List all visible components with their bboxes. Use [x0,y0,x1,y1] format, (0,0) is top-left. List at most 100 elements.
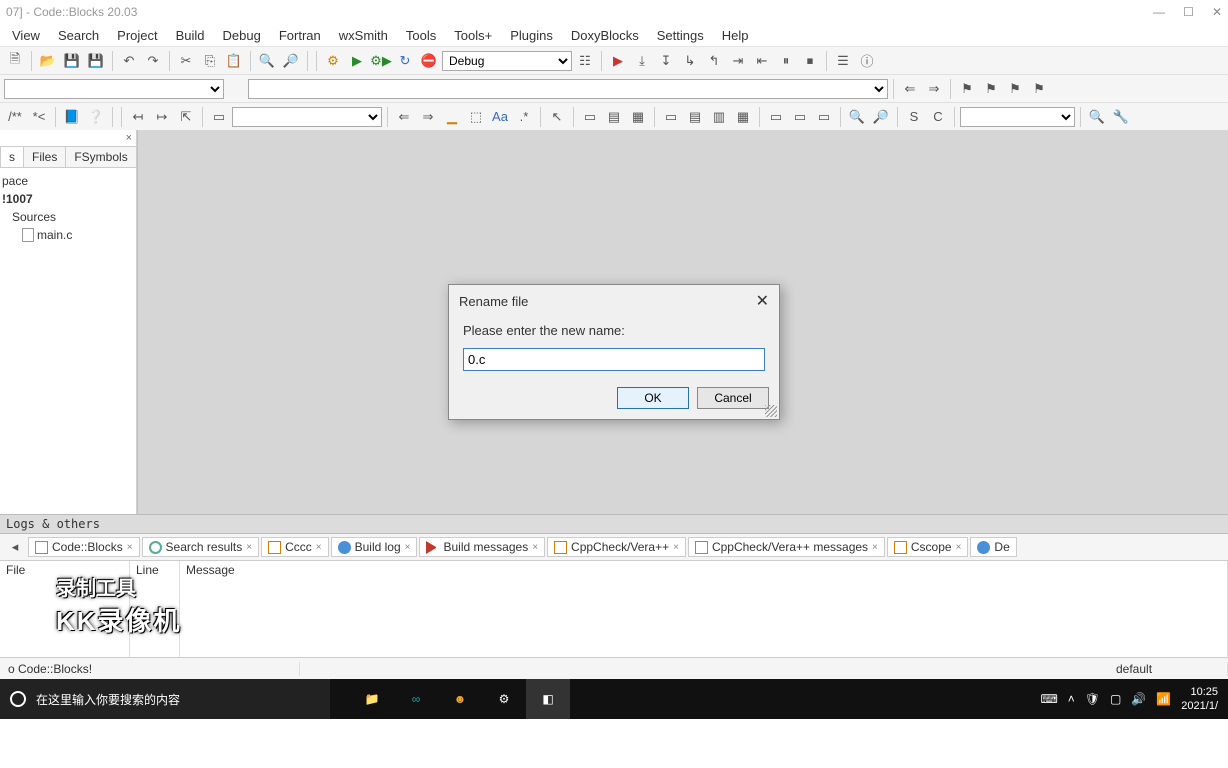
tray-battery-icon[interactable]: ▢ [1110,692,1121,706]
menu-plugins[interactable]: Plugins [502,26,561,45]
next-line-icon[interactable]: ↧ [655,50,677,72]
menu-search[interactable]: Search [50,26,107,45]
log-tab-cppcheck[interactable]: CppCheck/Vera++× [547,537,686,557]
replace-icon[interactable]: 🔎 [280,50,302,72]
tray-wifi-icon[interactable]: 📶 [1156,692,1171,706]
rename-input[interactable] [463,348,765,371]
menu-project[interactable]: Project [109,26,165,45]
tab-close-icon[interactable]: × [246,542,252,553]
log-tab-buildlog[interactable]: Build log× [331,537,418,557]
jump-back-icon[interactable]: ↤ [127,106,149,128]
build-run-icon[interactable]: ⚙▶ [370,50,392,72]
tray-volume-icon[interactable]: 🔊 [1131,692,1146,706]
log-tab-cscope[interactable]: Cscope× [887,537,969,557]
wrench-icon[interactable]: 🔧 [1110,106,1132,128]
tab-close-icon[interactable]: × [673,542,679,553]
save-all-icon[interactable]: 💾 [85,50,107,72]
tab-close-icon[interactable]: × [127,542,133,553]
log-tab-buildmsg[interactable]: Build messages× [419,537,545,557]
doc-icon[interactable]: 📘 [61,106,83,128]
tree-file[interactable]: main.c [2,226,134,244]
tray-keyboard-icon[interactable]: ⌨ [1040,692,1057,706]
pointer-icon[interactable]: ↖ [546,106,568,128]
taskbar-clock[interactable]: 10:25 2021/1/ [1181,685,1218,713]
menu-build[interactable]: Build [168,26,213,45]
next-instr-icon[interactable]: ⇥ [727,50,749,72]
log-tab-de[interactable]: De [970,537,1016,557]
step-out-icon[interactable]: ↰ [703,50,725,72]
menu-wxsmith[interactable]: wxSmith [331,26,396,45]
tree-folder[interactable]: Sources [2,208,134,226]
stop-debug-icon[interactable]: ⏹ [799,50,821,72]
nav-fwd-icon[interactable]: ⇒ [923,78,945,100]
tab1-icon[interactable]: ▭ [765,106,787,128]
last-jump-icon[interactable]: ⇱ [175,106,197,128]
uncomment-icon[interactable]: *< [28,106,50,128]
prev-icon[interactable]: ⇐ [393,106,415,128]
settings-icon[interactable]: ⚙ [482,679,526,719]
c-icon[interactable]: C [927,106,949,128]
box-icon[interactable]: ▭ [579,106,601,128]
tab-close-icon[interactable]: × [316,542,322,553]
close-icon[interactable]: ✕ [1212,5,1222,19]
help-icon[interactable]: ❔ [85,106,107,128]
arduino-icon[interactable]: ∞ [394,679,438,719]
panel-close-icon[interactable]: × [126,132,132,144]
rebuild-icon[interactable]: ↻ [394,50,416,72]
debug-windows-icon[interactable]: ☰ [832,50,854,72]
tab-close-icon[interactable]: × [532,542,538,553]
taskbar-search[interactable]: 在这里输入你要搜索的内容 [0,679,330,719]
tree-project[interactable]: !1007 [2,190,134,208]
layout2-icon[interactable]: ▤ [684,106,706,128]
cancel-button[interactable]: Cancel [697,387,769,409]
tab3-icon[interactable]: ▭ [813,106,835,128]
panel-icon[interactable]: ▤ [603,106,625,128]
ok-button[interactable]: OK [617,387,689,409]
jump-fwd-icon[interactable]: ↦ [151,106,173,128]
cut-icon[interactable]: ✂ [175,50,197,72]
new-file-icon[interactable]: 🗎 [4,50,26,72]
codeblocks-icon[interactable]: ◧ [526,679,570,719]
menu-tools[interactable]: Tools [398,26,444,45]
jumps-combo[interactable] [232,107,382,127]
redo-icon[interactable]: ↷ [142,50,164,72]
comment-icon[interactable]: /** [4,106,26,128]
undo-icon[interactable]: ↶ [118,50,140,72]
logs-prev-icon[interactable]: ◂ [4,536,26,558]
build-target-combo[interactable]: Debug [442,51,572,71]
tray-shield-icon[interactable]: 🛡 [1085,692,1100,706]
bookmark-prev-icon[interactable]: ⚑ [980,78,1002,100]
abort-icon[interactable]: ⛔ [418,50,440,72]
target-settings-icon[interactable]: ☷ [574,50,596,72]
tab-close-icon[interactable]: × [956,542,962,553]
bookmark-flag-icon[interactable]: ⚑ [956,78,978,100]
open-icon[interactable]: 📂 [37,50,59,72]
save-icon[interactable]: 💾 [61,50,83,72]
log-tab-codeblocks[interactable]: Code::Blocks× [28,537,140,557]
log-tab-cccc[interactable]: Cccc× [261,537,329,557]
step-instr-icon[interactable]: ⇤ [751,50,773,72]
menu-fortran[interactable]: Fortran [271,26,329,45]
run-icon[interactable]: ▶ [346,50,368,72]
zoom-in-icon[interactable]: 🔍 [846,106,868,128]
info-icon[interactable]: ⓘ [856,50,878,72]
tab-fsymbols[interactable]: FSymbols [65,146,136,167]
highlight-icon[interactable]: ▁ [441,106,463,128]
menu-help[interactable]: Help [714,26,757,45]
copy-icon[interactable]: ⎘ [199,50,221,72]
find-icon[interactable]: 🔍 [256,50,278,72]
menu-doxyblocks[interactable]: DoxyBlocks [563,26,647,45]
log-tab-search[interactable]: Search results× [142,537,260,557]
bookmark-clear-icon[interactable]: ⚑ [1028,78,1050,100]
menu-view[interactable]: View [4,26,48,45]
menu-toolsplus[interactable]: Tools+ [446,26,500,45]
layout4-icon[interactable]: ▦ [732,106,754,128]
paste-icon[interactable]: 📋 [223,50,245,72]
misc-combo[interactable] [960,107,1075,127]
frame-icon[interactable]: ▭ [208,106,230,128]
tab-projects[interactable]: s [0,146,24,167]
zoom-out-icon[interactable]: 🔎 [870,106,892,128]
regex-icon[interactable]: .* [513,106,535,128]
tab-close-icon[interactable]: × [405,542,411,553]
tab-files[interactable]: Files [23,146,66,167]
